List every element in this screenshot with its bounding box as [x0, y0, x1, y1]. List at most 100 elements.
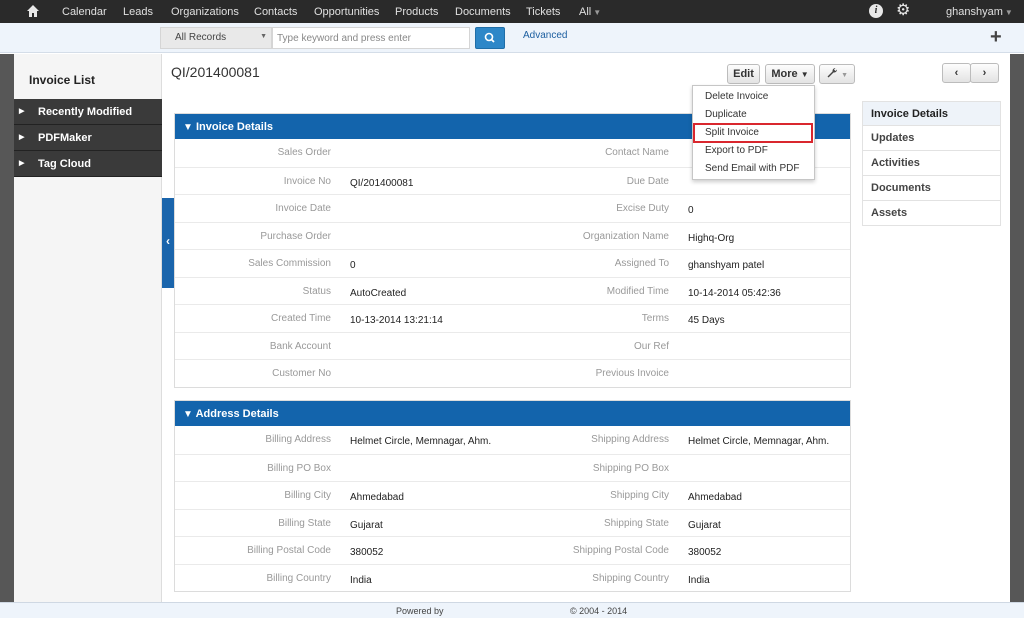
triangle-right-icon: ▶	[19, 134, 25, 141]
field-label: Billing Postal Code	[247, 545, 331, 556]
field-row: Billing Country India Shipping Country Indi…	[175, 563, 850, 592]
nav-documents[interactable]: Documents	[455, 6, 511, 18]
powered-by-text: Powered by	[396, 606, 444, 616]
previous-record-button[interactable]: ‹	[942, 63, 971, 83]
more-button[interactable]: More ▼	[765, 64, 815, 84]
search-bar: All Records ▼ Advanced +	[0, 23, 1024, 53]
field-label: Billing State	[278, 517, 331, 529]
settings-dropdown-button[interactable]: ▼	[819, 64, 855, 84]
right-widget-panel: Invoice Details Updates Activities Docum…	[862, 101, 1001, 226]
next-record-button[interactable]: ›	[970, 63, 999, 83]
left-sidebar: Invoice List ▶ Recently Modified ▶ PDFMake…	[14, 54, 162, 602]
field-value: India	[350, 574, 372, 586]
tab-documents[interactable]: Documents	[862, 176, 1001, 201]
field-label: Billing PO Box	[267, 462, 331, 474]
field-value: QI/201400081	[350, 177, 414, 189]
field-label: Shipping State	[603, 517, 669, 529]
collapse-sidebar-handle[interactable]: ‹	[162, 198, 174, 288]
block-header-label: Invoice Details	[195, 121, 274, 133]
field-value: India	[688, 574, 710, 586]
sidebar-item-recently-modified[interactable]: ▶ Recently Modified	[14, 99, 162, 125]
chevron-down-icon: ▼	[1004, 8, 1013, 17]
home-icon[interactable]	[26, 4, 40, 18]
sidebar-item-label: PDFMaker	[38, 132, 92, 144]
field-label: Assigned To	[614, 258, 669, 269]
sidebar-item-tag-cloud[interactable]: ▶ Tag Cloud	[14, 151, 162, 177]
field-row: Billing City Ahmedabad Shipping City Ahmeda…	[175, 481, 850, 509]
field-value: 380052	[350, 547, 384, 558]
menu-item-split-invoice[interactable]: Split Invoice	[705, 127, 759, 138]
field-label: Purchase Order	[260, 230, 331, 242]
copyright-text: © 2004 - 2014	[570, 606, 628, 616]
search-scope-value: All Records	[175, 32, 227, 43]
field-row: Status AutoCreated Modified Time 10-14-2014…	[175, 276, 850, 305]
field-row: Customer No Previous Invoice	[175, 359, 850, 387]
menu-item-delete-invoice[interactable]: Delete Invoice	[705, 91, 768, 102]
nav-opportunities[interactable]: Opportunities	[314, 6, 379, 18]
tab-assets[interactable]: Assets	[862, 201, 1001, 226]
search-button[interactable]	[475, 27, 505, 49]
nav-organizations[interactable]: Organizations	[171, 6, 239, 18]
info-icon[interactable]: i	[869, 4, 883, 18]
field-value: 0	[688, 205, 694, 216]
nav-calendar[interactable]: Calendar	[62, 6, 107, 18]
block-header-label: Address Details	[195, 408, 279, 420]
chevron-down-icon: ▼	[800, 70, 809, 79]
tab-updates[interactable]: Updates	[862, 126, 1001, 151]
address-details-header[interactable]: ▼ Address Details	[175, 401, 850, 426]
field-row: Sales Commission 0 Assigned To ghanshyam pa…	[175, 249, 850, 277]
chevron-right-icon: ›	[982, 67, 987, 79]
nav-tickets[interactable]: Tickets	[526, 6, 560, 18]
field-label: Billing City	[284, 490, 331, 501]
field-value: 380052	[688, 547, 722, 558]
search-icon	[484, 32, 495, 43]
gear-icon[interactable]: ⚙	[896, 1, 910, 21]
nav-contacts[interactable]: Contacts	[254, 6, 297, 18]
field-label: Shipping City	[610, 490, 669, 501]
user-name: ghanshyam	[946, 6, 1003, 18]
wrench-icon	[827, 67, 838, 78]
field-label: Status	[302, 285, 331, 297]
tab-activities[interactable]: Activities	[862, 151, 1001, 176]
field-row: Created Time 10-13-2014 13:21:14 Terms 45 D…	[175, 304, 850, 332]
user-menu[interactable]: ghanshyam ▼	[946, 6, 1013, 18]
triangle-right-icon: ▶	[19, 108, 25, 115]
field-label: Excise Duty	[616, 203, 669, 214]
field-label: Billing Country	[266, 572, 331, 584]
search-scope-select[interactable]: All Records ▼	[160, 27, 272, 49]
chevron-left-icon: ‹	[954, 67, 959, 79]
sidebar-item-label: Recently Modified	[38, 106, 133, 118]
field-row: Billing State Gujarat Shipping State Gujara…	[175, 508, 850, 537]
nav-leads[interactable]: Leads	[123, 6, 153, 18]
field-value: ghanshyam patel	[688, 260, 765, 271]
menu-item-export-to-pdf[interactable]: Export to PDF	[705, 145, 768, 156]
field-label: Created Time	[270, 313, 331, 324]
field-row: Purchase Order Organization Name Highq-Org	[175, 221, 850, 250]
field-row: Invoice Date Excise Duty 0	[175, 194, 850, 222]
field-label: Shipping Address	[591, 434, 669, 445]
quick-create-plus-icon[interactable]: +	[990, 26, 1002, 48]
advanced-search-link[interactable]: Advanced	[523, 30, 567, 41]
field-value: Ahmedabad	[350, 492, 404, 503]
field-label: Contact Name	[605, 147, 669, 158]
chevron-down-icon: ▼	[260, 33, 267, 40]
tab-invoice-details[interactable]: Invoice Details	[862, 101, 1001, 126]
search-input[interactable]	[272, 27, 470, 49]
nav-products[interactable]: Products	[395, 6, 438, 18]
field-label: Sales Order	[277, 147, 331, 158]
field-label: Due Date	[626, 175, 669, 187]
field-label: Our Ref	[633, 340, 669, 352]
field-label: Shipping Postal Code	[572, 545, 669, 556]
field-value: Gujarat	[688, 519, 721, 531]
left-gutter	[0, 54, 14, 602]
sidebar-item-pdfmaker[interactable]: ▶ PDFMaker	[14, 125, 162, 151]
menu-item-send-email-with-pdf[interactable]: Send Email with PDF	[705, 163, 799, 174]
more-dropdown-menu: Delete Invoice Duplicate Split Invoice E…	[692, 85, 815, 180]
field-value: AutoCreated	[350, 287, 407, 299]
menu-item-duplicate[interactable]: Duplicate	[705, 109, 747, 120]
field-label: Customer No	[272, 368, 331, 379]
field-label: Shipping Country	[592, 572, 669, 584]
nav-all-menu[interactable]: All ▼	[579, 6, 601, 18]
edit-button[interactable]: Edit	[727, 64, 760, 84]
more-label: More	[771, 68, 798, 80]
